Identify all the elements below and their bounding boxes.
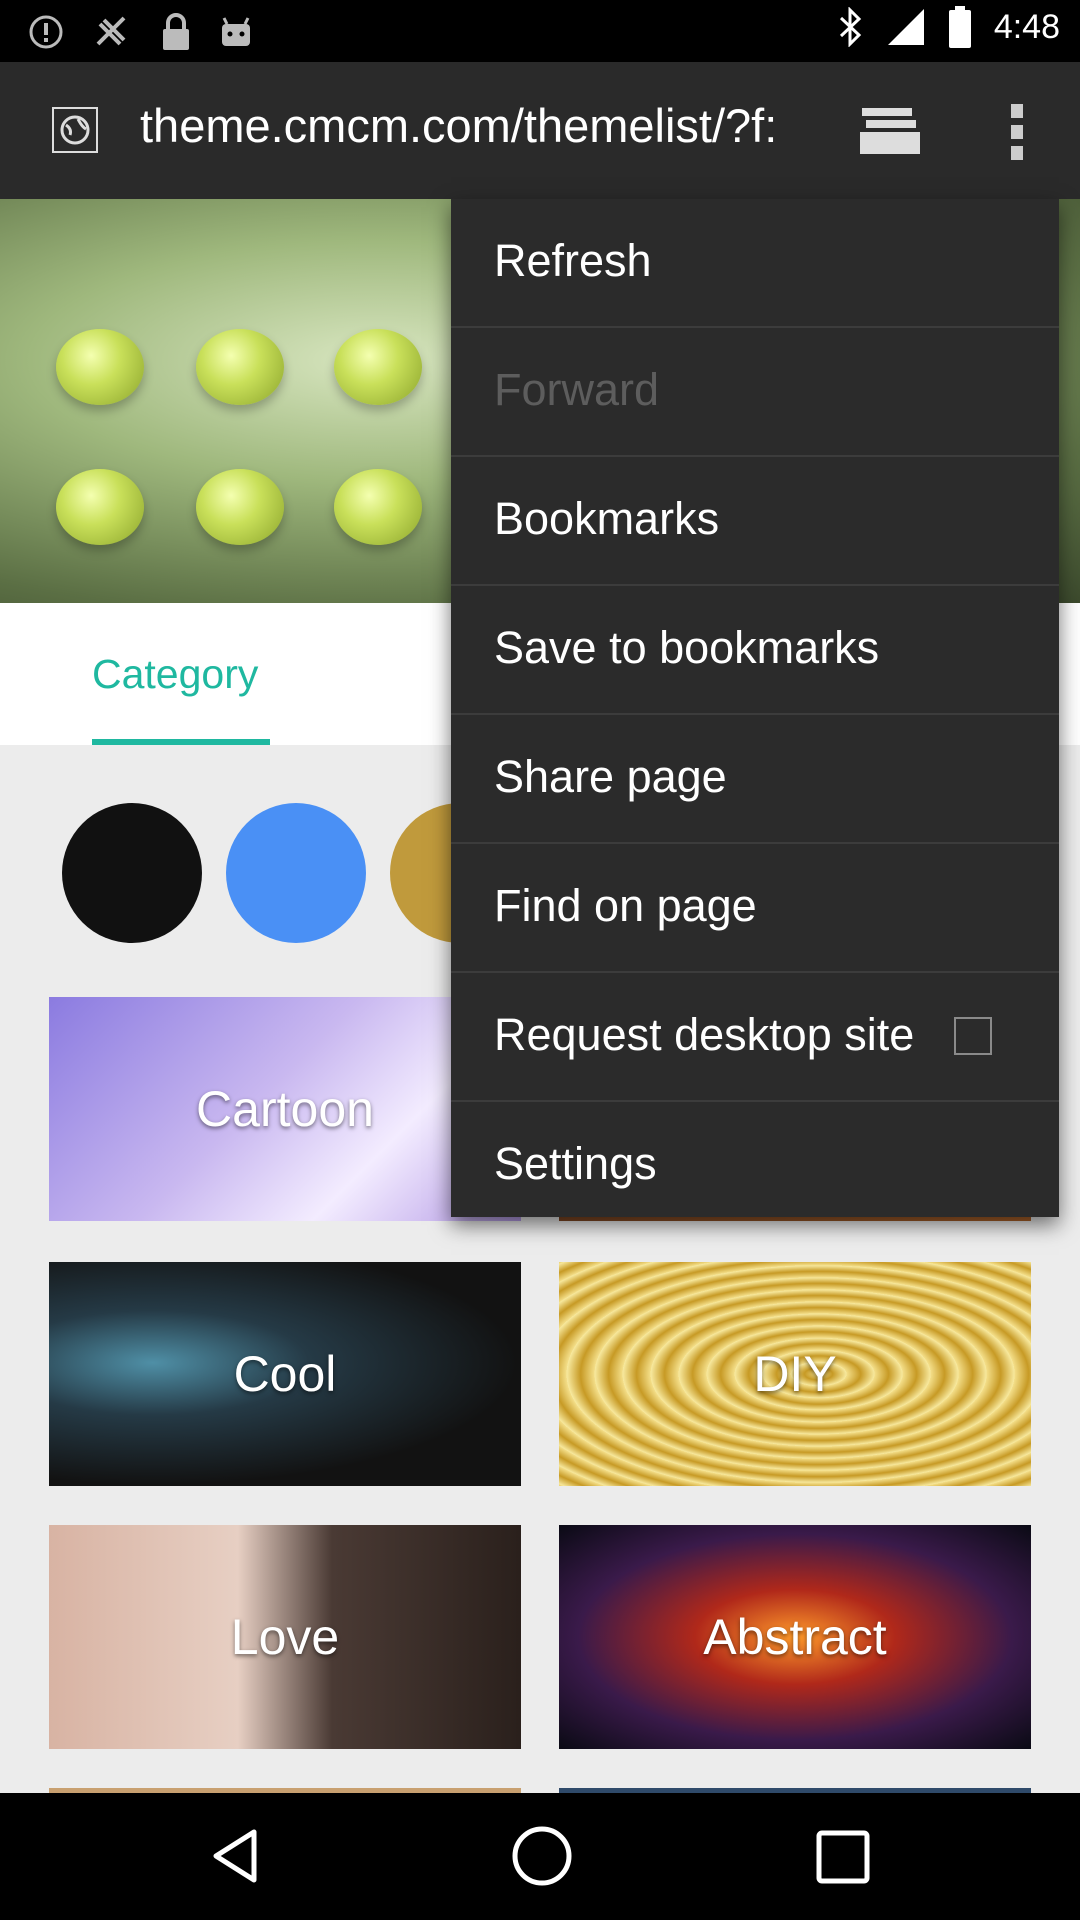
menu-item-find-on-page[interactable]: Find on page (451, 844, 1059, 973)
category-card-abstract[interactable]: Abstract (559, 1525, 1031, 1749)
card-label: Love (230, 1609, 340, 1665)
category-card-diy[interactable]: DIY (559, 1262, 1031, 1486)
menu-item-settings[interactable]: Settings (451, 1102, 1059, 1229)
status-bar: 4:48 (0, 0, 1080, 62)
more-vert-icon[interactable] (1005, 102, 1029, 162)
home-icon[interactable] (510, 1824, 574, 1888)
menu-item-label: Request desktop site (494, 1009, 915, 1060)
menu-item-label: Refresh (494, 235, 652, 286)
theme-app-icon (56, 469, 144, 545)
menu-item-label: Bookmarks (494, 493, 720, 544)
menu-item-label: Save to bookmarks (494, 622, 880, 673)
category-card-love[interactable]: Love (49, 1525, 521, 1749)
battery-icon (948, 6, 971, 48)
tab-category[interactable]: Category (92, 651, 258, 698)
theme-app-icon (56, 329, 144, 405)
card-label: DIY (753, 1346, 837, 1402)
menu-item-label: Settings (494, 1138, 657, 1189)
lock-icon (163, 13, 189, 50)
menu-item-bookmarks[interactable]: Bookmarks (451, 457, 1059, 586)
menu-item-save-to-bookmarks[interactable]: Save to bookmarks (451, 586, 1059, 715)
color-swatch-black[interactable] (62, 803, 202, 943)
site-icon[interactable] (52, 107, 98, 153)
signal-icon (887, 9, 924, 45)
theme-app-icon (196, 469, 284, 545)
menu-item-label: Find on page (494, 880, 757, 931)
navigation-bar (0, 1793, 1080, 1920)
globe-icon (60, 115, 90, 145)
theme-app-icon (196, 329, 284, 405)
theme-app-icon (334, 329, 422, 405)
recents-icon[interactable] (815, 1829, 871, 1885)
fake-gps-icon (96, 16, 126, 46)
tabs-icon[interactable] (858, 104, 922, 156)
alert-icon (29, 15, 63, 49)
overflow-menu: Refresh Forward Bookmarks Save to bookma… (451, 199, 1059, 1217)
menu-item-label: Forward (494, 364, 660, 415)
bluetooth-icon (839, 7, 861, 47)
browser-toolbar: theme.cmcm.com/themelist/?f: (0, 62, 1080, 199)
menu-item-forward[interactable]: Forward (451, 328, 1059, 457)
android-icon (222, 17, 250, 46)
desktop-site-checkbox[interactable] (954, 1017, 992, 1055)
color-swatch-blue[interactable] (226, 803, 366, 943)
card-label: Cool (233, 1346, 337, 1402)
menu-item-refresh[interactable]: Refresh (451, 199, 1059, 328)
theme-app-icon (334, 469, 422, 545)
back-icon[interactable] (208, 1826, 268, 1886)
menu-item-share-page[interactable]: Share page (451, 715, 1059, 844)
url-bar[interactable]: theme.cmcm.com/themelist/?f: (140, 98, 808, 153)
menu-item-label: Share page (494, 751, 727, 802)
menu-item-request-desktop-site[interactable]: Request desktop site (451, 973, 1059, 1102)
card-label: Abstract (703, 1609, 887, 1665)
clock: 4:48 (993, 7, 1060, 46)
tab-indicator (92, 739, 270, 745)
category-card-cool[interactable]: Cool (49, 1262, 521, 1486)
